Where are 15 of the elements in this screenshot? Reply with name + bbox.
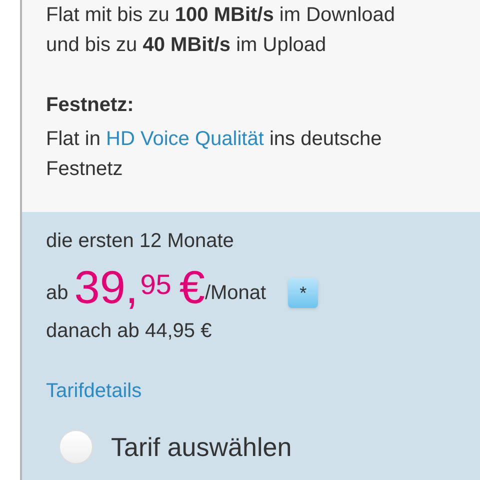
feature-text: und bis zu 40 MBit/s im Upload bbox=[46, 33, 328, 58]
footnote-button[interactable]: * bbox=[288, 278, 318, 308]
feature-text: Flat mit bis zu 100 MBit/s im Download bbox=[46, 3, 396, 28]
radio-button[interactable] bbox=[59, 430, 93, 464]
price-prefix: ab bbox=[46, 281, 68, 306]
voice-link[interactable]: HD Voice Qualität bbox=[106, 128, 264, 150]
radio-label[interactable]: Tarif auswählen bbox=[111, 431, 292, 463]
period-text: die ersten 12 Monate bbox=[46, 229, 235, 254]
later-price-text: danach ab 44,95 € bbox=[46, 319, 213, 344]
section-heading: Festnetz: bbox=[46, 93, 135, 118]
feature-text: Flat in HD Voice Qualität ins deutsche Festnetz bbox=[46, 127, 383, 182]
price-unit: /Monat bbox=[204, 281, 266, 306]
price-currency: € bbox=[179, 264, 205, 310]
price-cents: 95 bbox=[140, 268, 172, 302]
price-amount: 39, bbox=[74, 264, 138, 310]
